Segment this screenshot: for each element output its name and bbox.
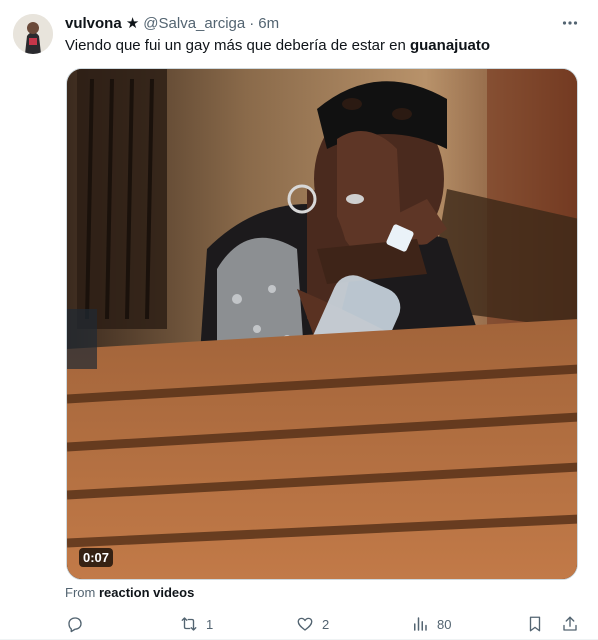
like-button[interactable]: 2 bbox=[296, 612, 329, 636]
timestamp[interactable]: 6m bbox=[258, 15, 279, 32]
video-player[interactable]: 0:07 bbox=[66, 68, 578, 580]
reply-button[interactable] bbox=[66, 612, 92, 636]
retweet-count: 1 bbox=[206, 616, 214, 632]
tweet-text-bold: guanajuato bbox=[409, 37, 490, 54]
share-button[interactable] bbox=[561, 612, 579, 636]
separator-dot: · bbox=[249, 14, 255, 32]
source-link[interactable]: reaction videos bbox=[99, 585, 194, 600]
tweet-text-plain: Viendo que fui un gay más que debería de… bbox=[65, 37, 410, 54]
video-source: From reaction videos bbox=[65, 585, 194, 600]
video-frame bbox=[67, 69, 577, 579]
avatar[interactable] bbox=[13, 14, 53, 54]
reply-icon bbox=[68, 617, 82, 633]
views-button[interactable]: 80 bbox=[411, 612, 451, 636]
retweet-icon bbox=[181, 617, 197, 631]
source-prefix: From bbox=[65, 585, 96, 600]
more-icon bbox=[562, 21, 578, 25]
display-name[interactable]: vulvona ★ bbox=[65, 14, 139, 32]
tweet-text: Viendo que fui un gay más que debería de… bbox=[65, 36, 490, 56]
bookmark-icon bbox=[529, 616, 541, 632]
action-bar: 1 2 80 bbox=[0, 612, 598, 636]
more-button[interactable] bbox=[557, 12, 583, 34]
video-duration: 0:07 bbox=[79, 548, 114, 567]
views-icon bbox=[414, 617, 427, 631]
tweet-card[interactable]: vulvona ★ @Salva_arciga · 6m Viendo que … bbox=[0, 0, 598, 640]
user-handle[interactable]: @Salva_arciga bbox=[143, 15, 245, 32]
bookmark-button[interactable] bbox=[526, 612, 544, 636]
views-count: 80 bbox=[437, 616, 452, 632]
heart-icon bbox=[297, 617, 313, 631]
tweet-header: vulvona ★ @Salva_arciga · 6m bbox=[65, 13, 279, 33]
share-icon bbox=[563, 616, 577, 631]
retweet-button[interactable]: 1 bbox=[180, 612, 213, 636]
like-count: 2 bbox=[322, 616, 330, 632]
